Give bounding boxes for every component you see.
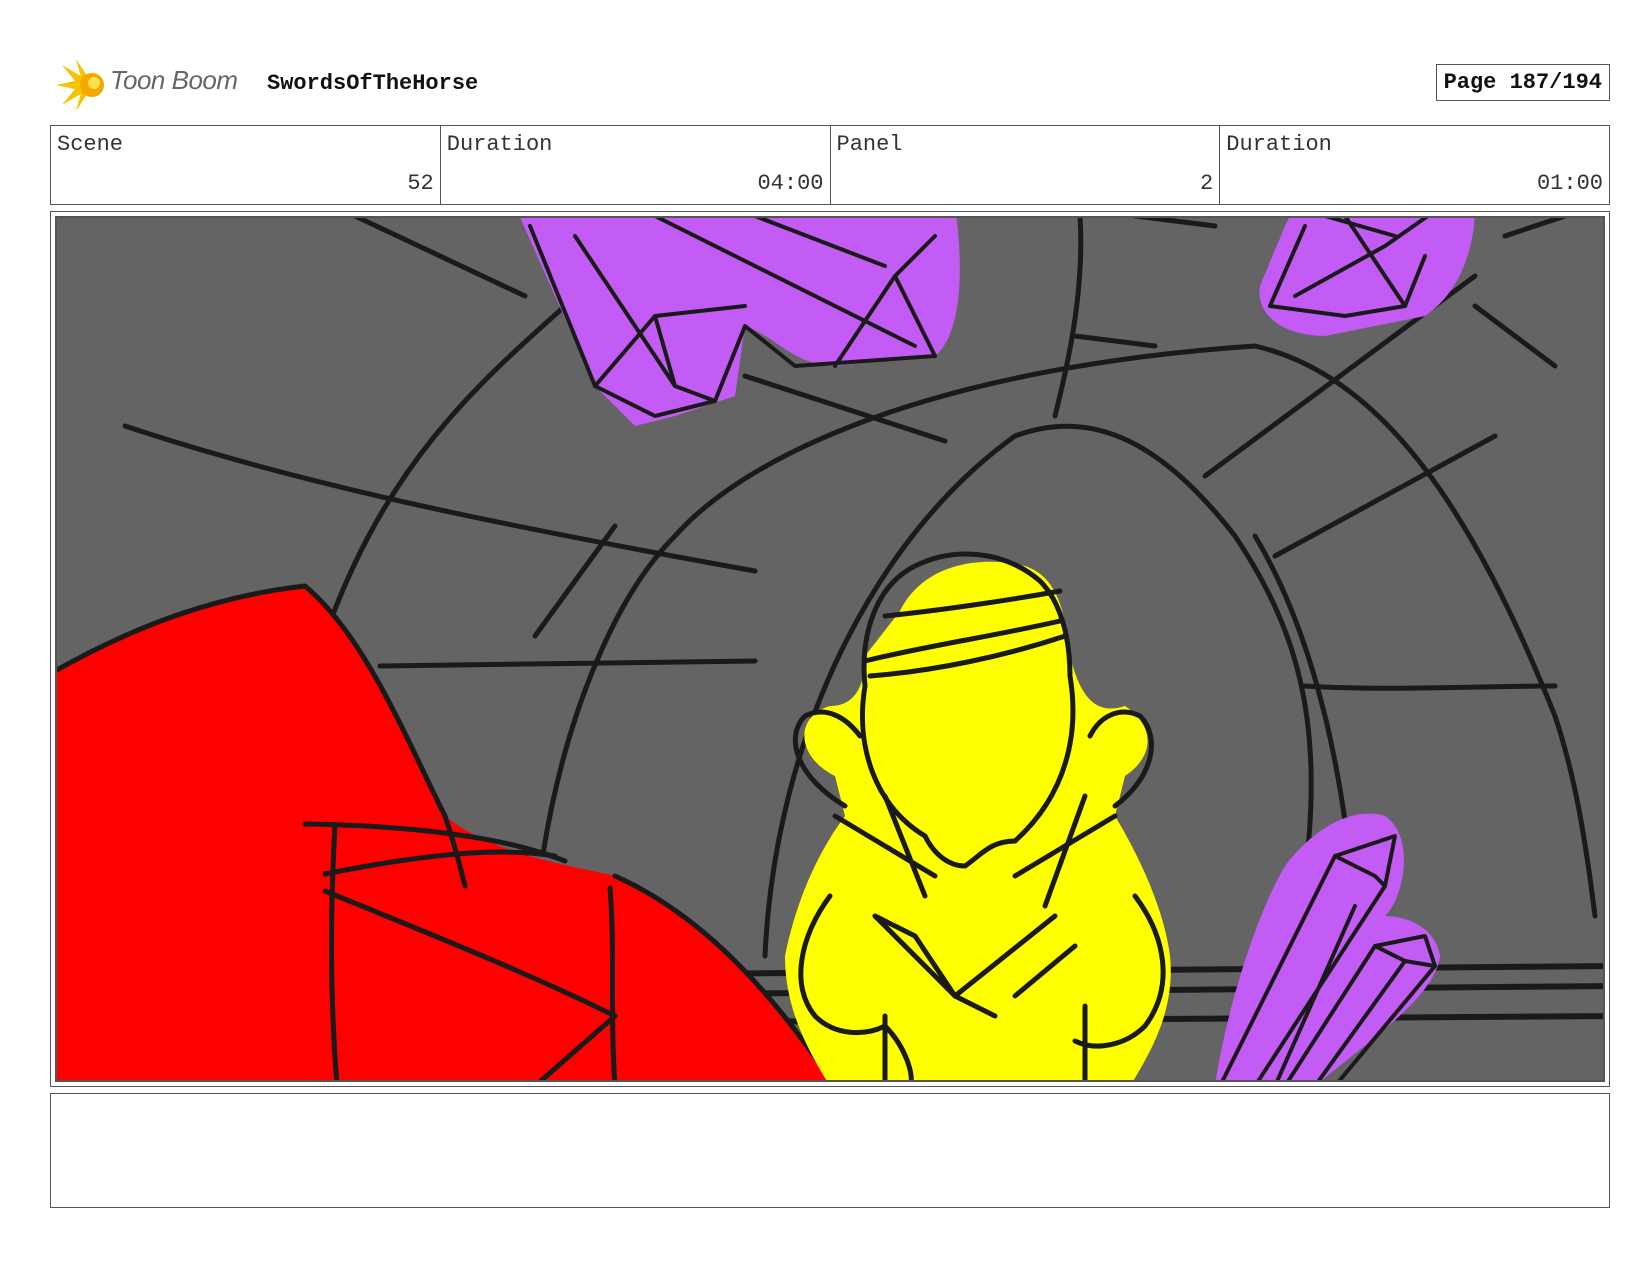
panel-duration-cell: Duration 01:00	[1220, 126, 1609, 204]
page-header: Toon Boom SwordsOfTheHorse Page 187/194	[50, 55, 1610, 115]
panel-duration-label: Duration	[1226, 132, 1332, 157]
panel-label: Panel	[836, 132, 903, 157]
panel-duration-value: 01:00	[1536, 171, 1603, 196]
scene-duration-label: Duration	[446, 132, 553, 157]
panel-value: 2	[1200, 171, 1214, 196]
scene-info-table: Scene 52 Duration 04:00 Panel 2 Duration…	[50, 125, 1610, 205]
logo-text: Toon Boom	[110, 65, 238, 95]
scene-value: 52	[407, 171, 434, 196]
scene-duration-cell: Duration 04:00	[441, 126, 831, 204]
panel-notes-box	[50, 1093, 1610, 1208]
project-title: SwordsOfTheHorse	[267, 71, 479, 96]
scene-label: Scene	[57, 132, 124, 157]
page-number: Page 187/194	[1435, 64, 1610, 101]
toon-boom-logo: Toon Boom	[54, 59, 254, 111]
scene-cell: Scene 52	[51, 126, 441, 204]
storyboard-panel-frame	[50, 211, 1610, 1087]
storyboard-drawing	[55, 216, 1605, 1082]
starburst-icon	[56, 59, 104, 111]
panel-cell: Panel 2	[831, 126, 1221, 204]
scene-duration-value: 04:00	[757, 171, 824, 196]
